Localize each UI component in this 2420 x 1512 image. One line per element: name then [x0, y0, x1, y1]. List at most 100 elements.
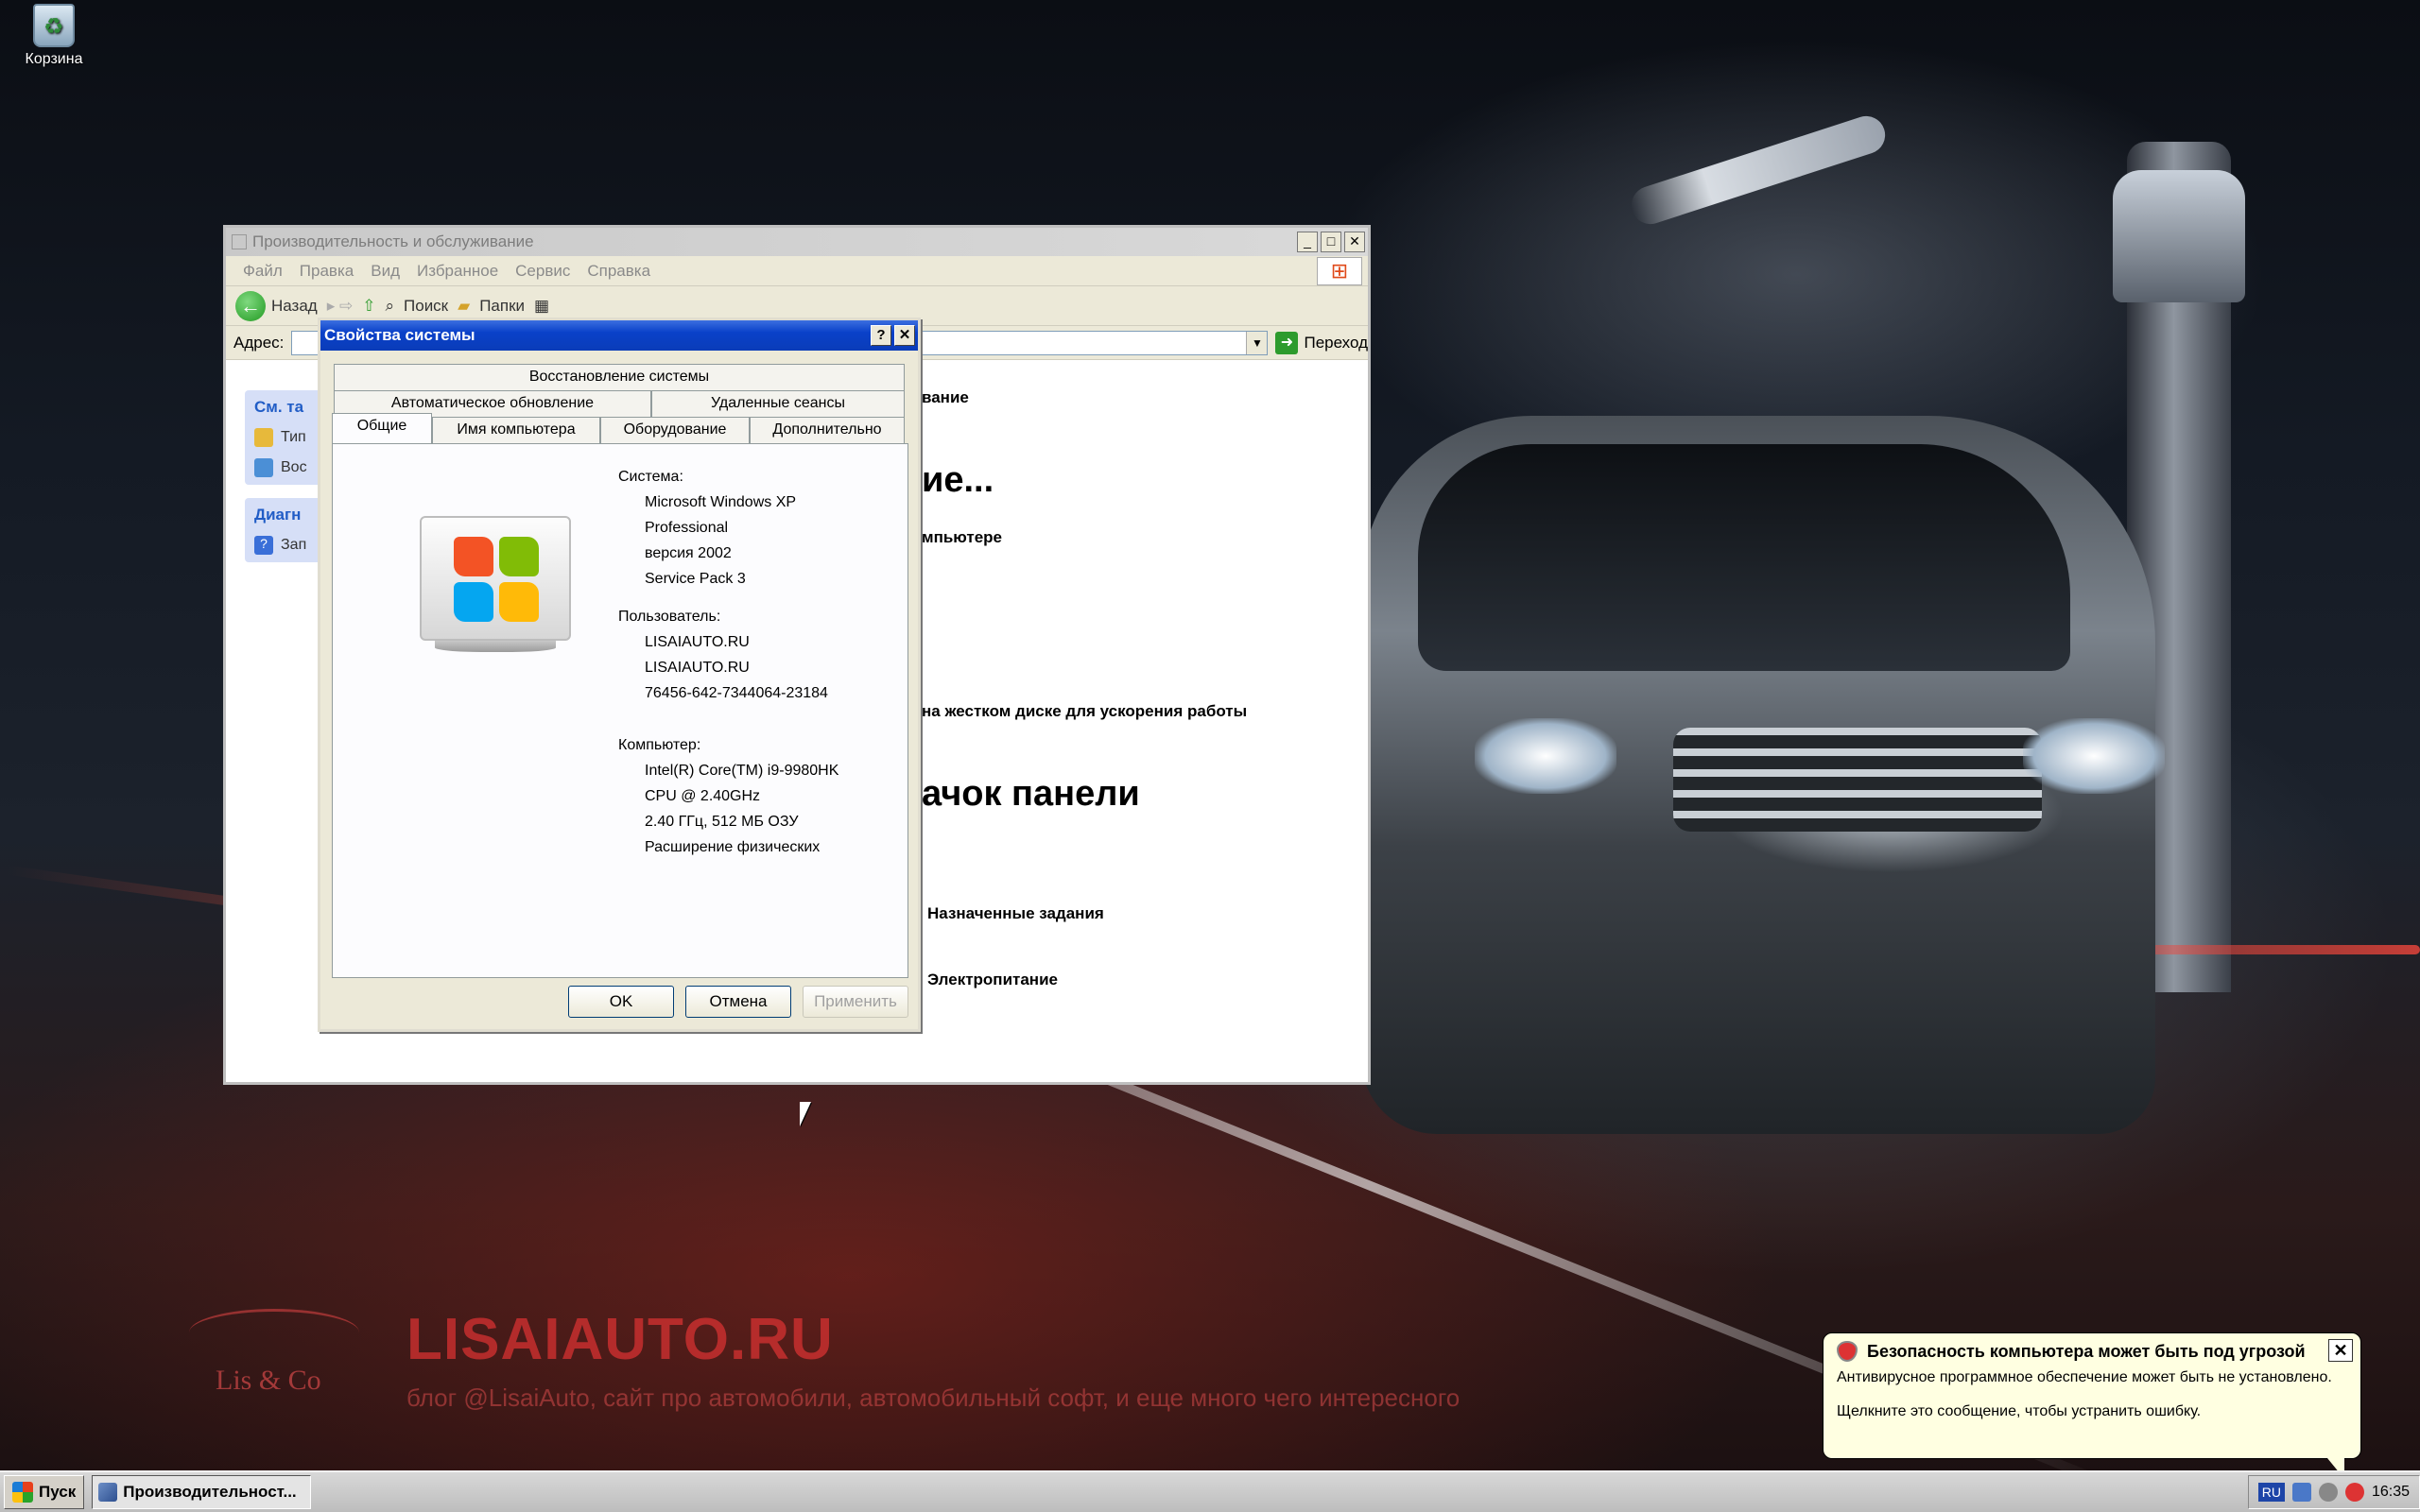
user-organization: LISAIAUTO.RU: [645, 660, 750, 676]
explorer-title: Производительность и обслуживание: [252, 232, 534, 250]
minimize-button[interactable]: _: [1297, 232, 1318, 252]
control-panel-icon: [98, 1483, 118, 1502]
balloon-header: Безопасность компьютера может быть под у…: [1837, 1341, 2347, 1362]
views-icon[interactable]: ▦: [534, 297, 549, 316]
back-button[interactable]: Назад: [271, 297, 318, 316]
help-icon: ?: [254, 536, 273, 555]
security-shield-icon: [1837, 1341, 1858, 1362]
search-icon[interactable]: ⌕: [385, 297, 394, 316]
dialog-title-bar[interactable]: Свойства системы ? ✕: [320, 320, 918, 351]
dialog-close-button[interactable]: ✕: [894, 325, 915, 346]
tab-system-restore[interactable]: Восстановление системы: [334, 364, 905, 390]
help-button[interactable]: ?: [871, 325, 891, 346]
system-tray: RU 16:35: [2247, 1475, 2420, 1509]
explorer-title-bar[interactable]: Производительность и обслуживание _ □ ✕: [226, 228, 1368, 256]
van-window: [1418, 444, 2070, 671]
general-tab-panel: Система: Microsoft Windows XP Profession…: [332, 443, 908, 978]
windows-flag-icon: [454, 537, 541, 624]
system-os: Microsoft Windows XP: [645, 494, 797, 510]
go-label: Переход: [1304, 333, 1368, 352]
balloon-hint: Щелкните это сообщение, чтобы устранить …: [1837, 1403, 2202, 1419]
system-heading: Система:: [618, 469, 683, 485]
clock: 16:35: [2371, 1484, 2410, 1500]
dialog-title: Свойства системы: [324, 326, 475, 344]
volume-icon[interactable]: [2318, 1483, 2338, 1502]
folders-icon[interactable]: ▰: [458, 297, 470, 316]
address-label: Адрес:: [233, 333, 285, 352]
user-name: LISAIAUTO.RU: [645, 634, 750, 650]
tab-general[interactable]: Общие: [332, 413, 432, 443]
back-arrow-icon[interactable]: ←: [235, 290, 266, 321]
tab-remote[interactable]: Удаленные сеансы: [651, 390, 905, 417]
computer-pae: Расширение физических: [645, 839, 821, 855]
language-indicator[interactable]: RU: [2257, 1483, 2285, 1502]
balloon-text: Антивирусное программное обеспечение мож…: [1837, 1369, 2332, 1385]
tip-icon: [254, 428, 273, 447]
tab-computer-name[interactable]: Имя компьютера: [432, 417, 600, 443]
task-power-link[interactable]: Электропитание: [927, 971, 1058, 989]
chevron-down-icon[interactable]: ▼: [1246, 331, 1268, 354]
task-scheduled-link[interactable]: Назначенные задания: [927, 904, 1104, 923]
monitor-icon: [420, 516, 571, 641]
cancel-button[interactable]: Отмена: [685, 986, 791, 1018]
network-icon[interactable]: [2291, 1483, 2311, 1502]
recycle-bin-desktop-icon[interactable]: Корзина: [13, 4, 95, 68]
computer-cpu: Intel(R) Core(TM) i9-9980HK: [645, 763, 839, 779]
watermark-subtitle: блог @LisaiAuto, сайт про автомобили, ав…: [406, 1383, 1461, 1412]
go-button[interactable]: ➜ Переход: [1275, 331, 1368, 354]
user-heading: Пользователь:: [618, 609, 721, 625]
balloon-close-button[interactable]: ✕: [2328, 1339, 2353, 1362]
restore-icon: [254, 458, 273, 477]
up-folder-icon[interactable]: ⇧: [362, 297, 375, 316]
van-grille: [1673, 728, 2042, 832]
menu-help[interactable]: Справка: [587, 262, 650, 281]
system-properties-dialog: Свойства системы ? ✕ Восстановление сист…: [318, 318, 921, 1032]
close-button[interactable]: ✕: [1344, 232, 1365, 252]
menu-file[interactable]: Файл: [243, 262, 283, 281]
folder-icon: [232, 234, 247, 249]
content-line: вание: [922, 388, 969, 406]
menu-tools[interactable]: Сервис: [515, 262, 570, 281]
menu-bar: Файл Правка Вид Избранное Сервис Справка…: [226, 256, 1368, 286]
computer-heading: Компьютер:: [618, 737, 701, 753]
content-link[interactable]: на жестком диске для ускорения работы: [922, 702, 1247, 721]
van-headlight: [1475, 718, 1616, 794]
maximize-button[interactable]: □: [1321, 232, 1341, 252]
product-id: 76456-642-7344064-23184: [645, 685, 828, 701]
taskbar: Пуск Производительност... RU 16:35: [0, 1470, 2420, 1512]
start-label: Пуск: [39, 1483, 77, 1501]
recycle-bin-icon: [33, 4, 75, 47]
windows-logo-icon: ⊞: [1317, 256, 1362, 285]
computer-ram: 2.40 ГГц, 512 МБ ОЗУ: [645, 814, 799, 830]
forward-arrow-icon[interactable]: ▸ ⇨: [327, 297, 354, 316]
go-arrow-icon: ➜: [1275, 331, 1299, 354]
search-button[interactable]: Поиск: [404, 297, 448, 316]
computer-cpu-freq: CPU @ 2.40GHz: [645, 788, 761, 804]
watermark-car-logo: [189, 1309, 359, 1356]
control-tower-top: [2113, 170, 2245, 302]
taskbar-item-explorer[interactable]: Производительност...: [92, 1475, 312, 1509]
content-heading: ачок панели: [922, 774, 1140, 814]
start-button[interactable]: Пуск: [4, 1475, 85, 1509]
monitor-stand: [435, 641, 556, 652]
menu-edit[interactable]: Правка: [300, 262, 354, 281]
tab-advanced[interactable]: Дополнительно: [750, 417, 905, 443]
mouse-cursor-icon: [800, 1102, 811, 1126]
system-version: версия 2002: [645, 545, 732, 561]
content-line: мпьютере: [922, 528, 1003, 546]
apply-button[interactable]: Применить: [803, 986, 908, 1018]
security-center-icon[interactable]: [2344, 1483, 2364, 1502]
windows-logo-icon: [12, 1482, 33, 1503]
content-heading: ие...: [922, 460, 994, 500]
menu-favorites[interactable]: Избранное: [417, 262, 498, 281]
folders-button[interactable]: Папки: [479, 297, 525, 316]
taskbar-item-label: Производительност...: [123, 1483, 297, 1501]
recycle-bin-label: Корзина: [25, 51, 83, 67]
tab-hardware[interactable]: Оборудование: [600, 417, 750, 443]
watermark-title: LISAIAUTO.RU: [406, 1307, 834, 1372]
menu-view[interactable]: Вид: [371, 262, 400, 281]
ok-button[interactable]: OK: [568, 986, 674, 1018]
security-balloon[interactable]: Безопасность компьютера может быть под у…: [1823, 1332, 2361, 1459]
system-edition: Professional: [645, 520, 729, 536]
van-headlight: [2023, 718, 2165, 794]
